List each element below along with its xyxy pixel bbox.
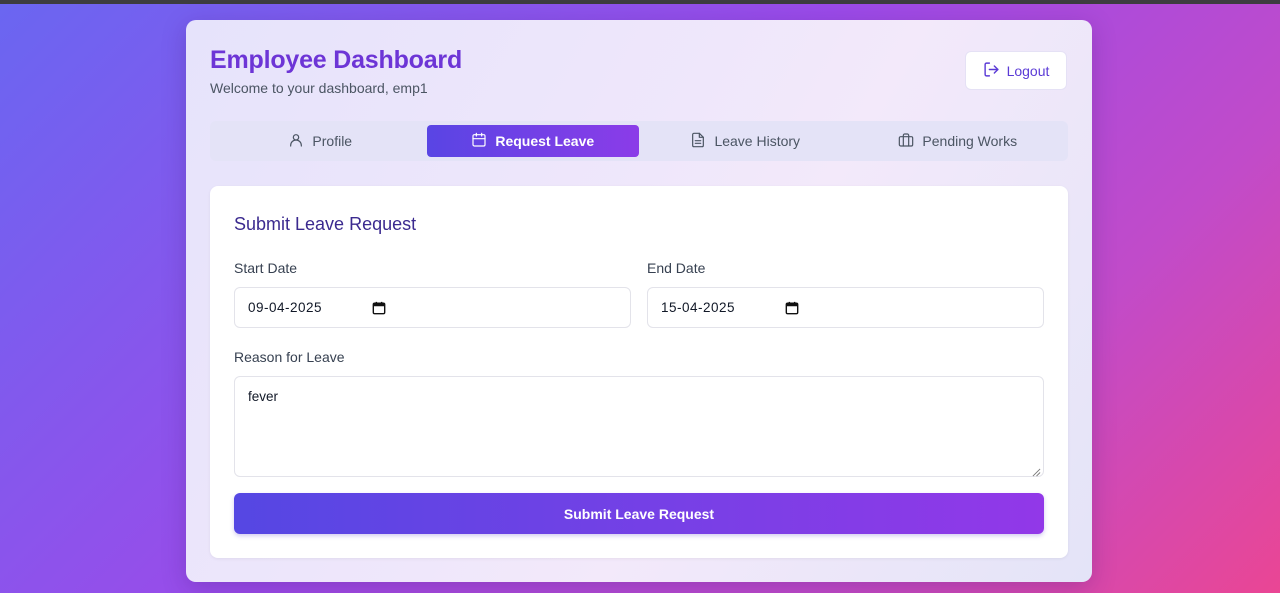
- logout-button[interactable]: Logout: [965, 51, 1067, 90]
- calendar-picker-icon[interactable]: [785, 301, 799, 315]
- resize-handle-icon[interactable]: [1032, 465, 1041, 477]
- leave-request-form: Submit Leave Request Start Date 09-04-20…: [210, 186, 1068, 558]
- welcome-text: Welcome to your dashboard, emp1: [210, 80, 428, 96]
- tab-label: Profile: [312, 133, 353, 149]
- page-title: Employee Dashboard: [210, 46, 463, 74]
- reason-value: fever: [248, 389, 279, 404]
- browser-top-bar: [0, 0, 1280, 4]
- logout-icon: [983, 61, 1000, 81]
- tab-label: Pending Works: [922, 133, 1018, 149]
- start-date-label: Start Date: [234, 260, 298, 276]
- start-date-input[interactable]: 09-04-2025: [234, 287, 631, 328]
- tab-profile[interactable]: Profile: [214, 125, 427, 157]
- submit-leave-button[interactable]: Submit Leave Request: [234, 493, 1044, 534]
- document-icon: [690, 132, 706, 151]
- briefcase-icon: [898, 132, 914, 151]
- form-title: Submit Leave Request: [234, 214, 417, 234]
- user-icon: [288, 132, 304, 151]
- calendar-picker-icon[interactable]: [372, 301, 386, 315]
- tab-label: Leave History: [714, 133, 801, 149]
- logout-label: Logout: [1006, 62, 1050, 79]
- tab-leave-history[interactable]: Leave History: [639, 125, 852, 157]
- end-date-label: End Date: [647, 260, 706, 276]
- calendar-icon: [471, 132, 487, 151]
- tab-request-leave[interactable]: Request Leave: [426, 125, 639, 157]
- tab-bar: Profile Request Leave Leave History Pend…: [210, 121, 1068, 161]
- tab-label: Request Leave: [495, 133, 595, 149]
- reason-textarea[interactable]: fever: [234, 376, 1044, 477]
- end-date-value: 15-04-2025: [661, 300, 736, 315]
- tab-pending-works[interactable]: Pending Works: [852, 125, 1065, 157]
- end-date-input[interactable]: 15-04-2025: [647, 287, 1044, 328]
- reason-label: Reason for Leave: [234, 349, 345, 365]
- start-date-value: 09-04-2025: [248, 300, 323, 315]
- dashboard-card: Employee Dashboard Welcome to your dashb…: [186, 20, 1092, 582]
